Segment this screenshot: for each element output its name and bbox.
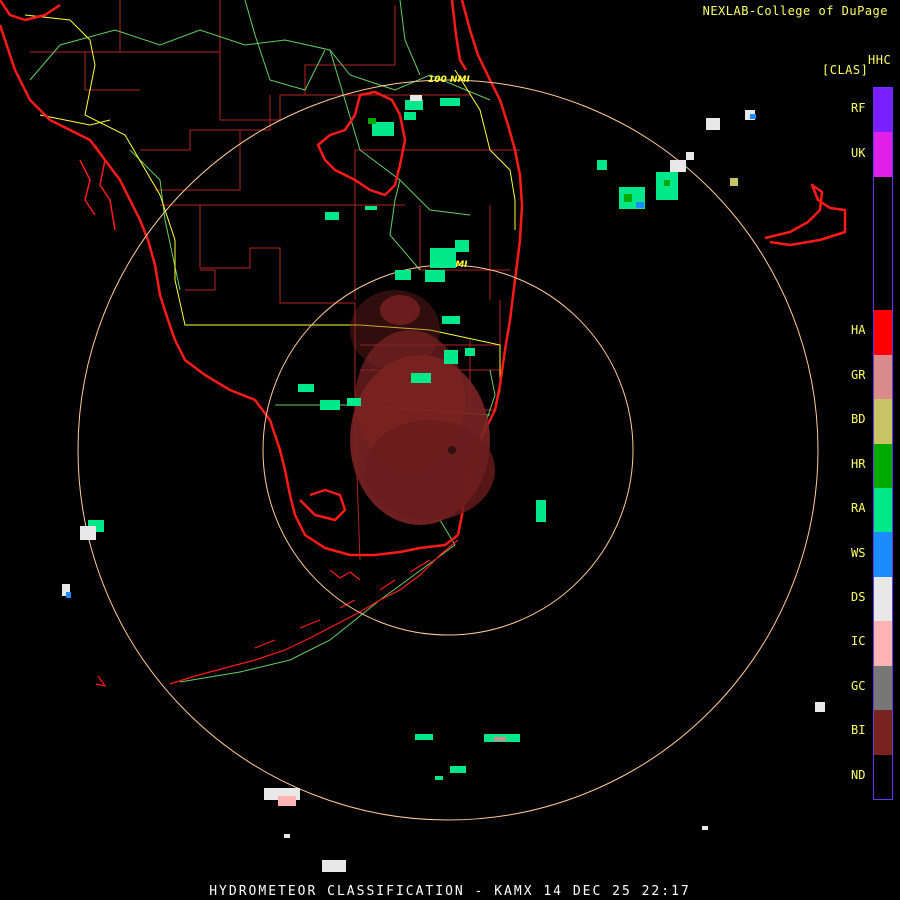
- legend-label-uk: UK: [851, 145, 866, 160]
- legend-swatch-ds: [874, 576, 892, 622]
- legend-label-nd: ND: [851, 767, 866, 782]
- legend-swatch-blank-4: [874, 265, 892, 311]
- legend-swatch-blank-2: [874, 176, 892, 222]
- legend-swatch-ra: [874, 487, 892, 533]
- legend-swatch-blank-3: [874, 221, 892, 266]
- legend-label-gc: GC: [851, 678, 866, 693]
- product-code: HHC: [868, 53, 892, 67]
- credit-text: NEXLAB-College of DuPage: [702, 4, 888, 18]
- legend-label-ha: HA: [851, 323, 866, 338]
- legend-label-bi: BI: [851, 723, 866, 738]
- biological-echoes: [350, 290, 495, 525]
- legend-swatch-ha: [874, 310, 892, 355]
- legend-label-ws: WS: [851, 545, 866, 560]
- range-ring-100-label: 100 NMI: [428, 75, 470, 85]
- legend-label-ds: DS: [851, 590, 866, 605]
- legend-label-rf: RF: [851, 101, 866, 116]
- product-class: [CLAS]: [822, 63, 869, 77]
- classification-legend: [873, 87, 893, 800]
- legend-swatch-gr: [874, 354, 892, 400]
- legend-label-gr: GR: [851, 367, 866, 382]
- legend-swatch-bd: [874, 399, 892, 444]
- legend-swatch-nd: [874, 754, 892, 799]
- legend-swatch-gc: [874, 665, 892, 711]
- legend-swatch-uk: [874, 132, 892, 177]
- legend-label-ra: RA: [851, 501, 866, 516]
- legend-label-bd: BD: [851, 412, 866, 427]
- legend-label-ic: IC: [851, 634, 866, 649]
- radar-display: 50 NMI 100 NMI: [0, 0, 900, 900]
- product-title: HYDROMETEOR CLASSIFICATION - KAMX 14 DEC…: [209, 884, 691, 899]
- legend-swatch-ws: [874, 532, 892, 577]
- legend-label-hr: HR: [851, 456, 866, 471]
- legend-swatch-hr: [874, 443, 892, 488]
- radar-map: 50 NMI 100 NMI: [0, 0, 847, 872]
- florida-keys: [95, 539, 459, 687]
- legend-swatch-bi: [874, 710, 892, 755]
- legend-swatch-ic: [874, 621, 892, 666]
- legend-swatch-rf: [874, 88, 892, 133]
